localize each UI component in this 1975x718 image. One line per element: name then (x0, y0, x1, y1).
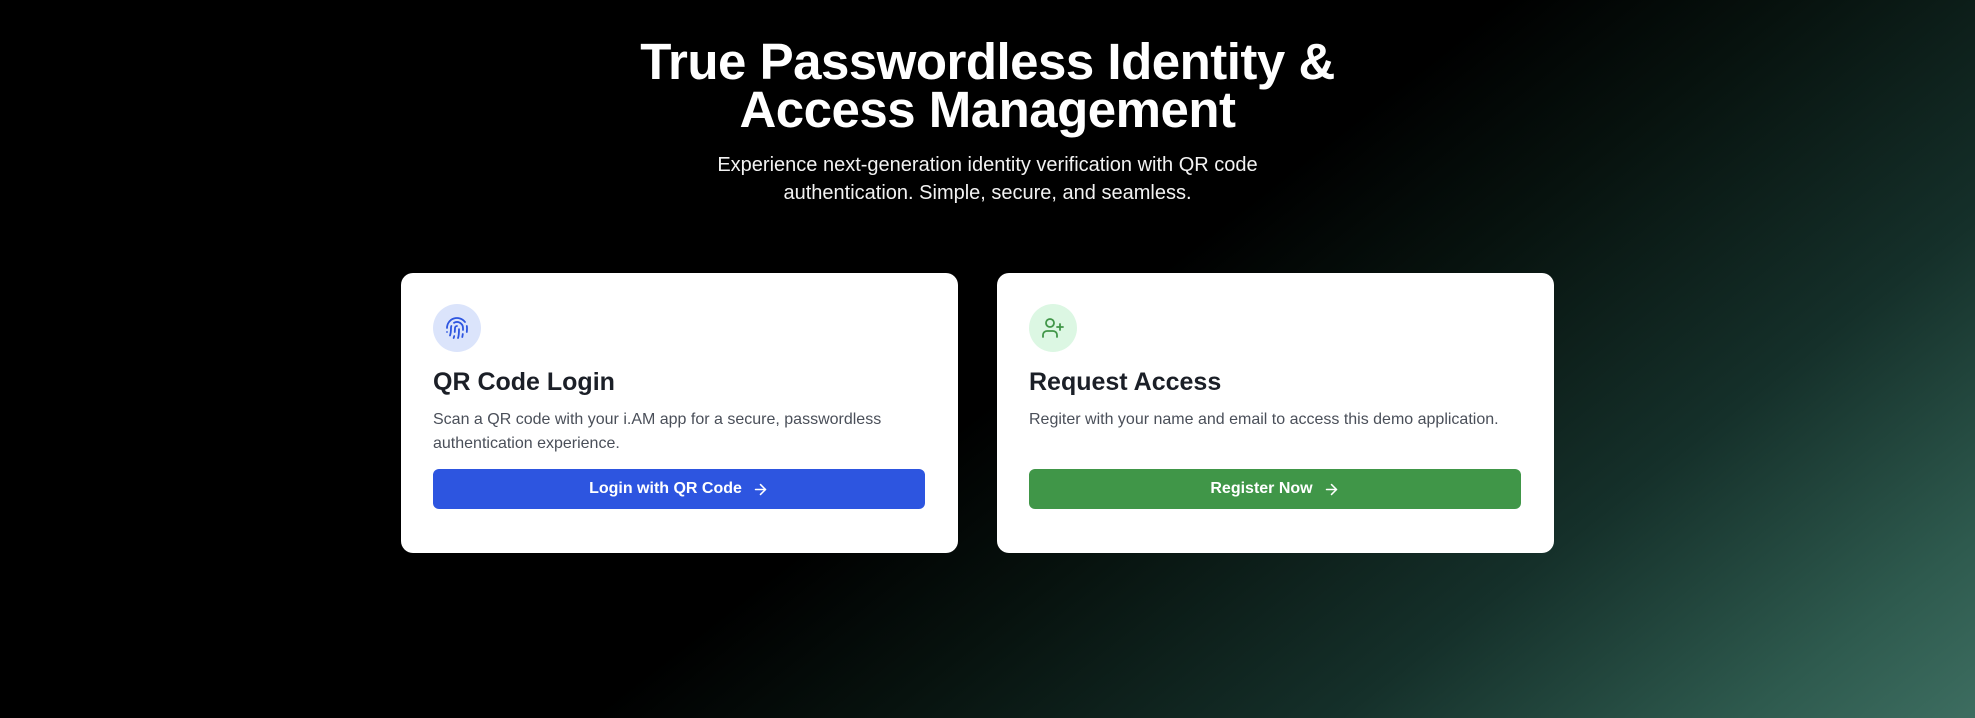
login-with-qr-code-button[interactable]: Login with QR Code (433, 469, 925, 509)
page-subtitle: Experience next-generation identity veri… (717, 154, 1258, 204)
user-plus-icon (1042, 318, 1064, 338)
user-plus-icon-badge (1029, 304, 1077, 352)
button-label: Register Now (1210, 480, 1313, 497)
button-label: Login with QR Code (589, 480, 742, 497)
request-access-card: Request Access Regiter with your name an… (997, 273, 1554, 553)
card-description: Regiter with your name and email to acce… (1029, 411, 1499, 428)
qr-login-card: QR Code Login Scan a QR code with your i… (401, 273, 958, 553)
page-title: True Passwordless Identity & Access Mana… (640, 33, 1335, 138)
hero-section: True Passwordless Identity & Access Mana… (0, 33, 1975, 207)
register-now-button[interactable]: Register Now (1029, 469, 1521, 509)
fingerprint-icon (446, 317, 468, 339)
card-title: Request Access (1029, 368, 1222, 396)
arrow-right-icon (754, 483, 767, 495)
arrow-right-icon (1325, 483, 1337, 495)
card-description: Scan a QR code with your i.AM app for a … (433, 411, 882, 452)
fingerprint-icon-badge (433, 304, 481, 352)
card-title: QR Code Login (433, 368, 615, 396)
